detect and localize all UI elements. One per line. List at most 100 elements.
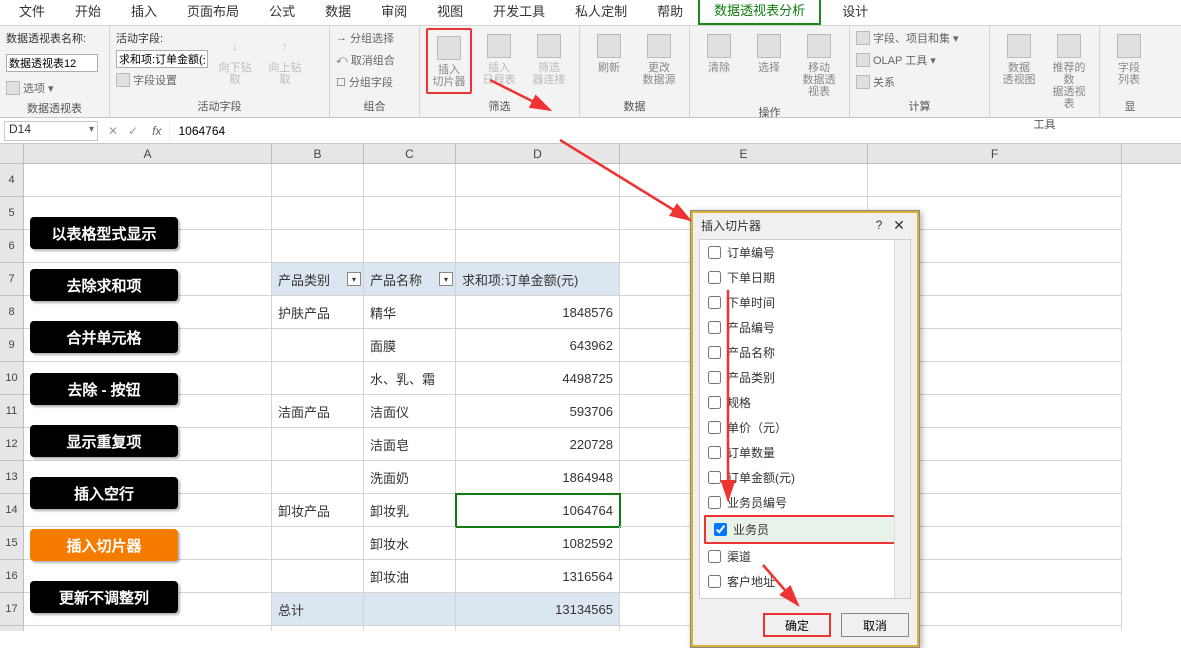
calc-fields[interactable]: 字段、项目和集 ▾: [856, 28, 959, 48]
cell[interactable]: [456, 230, 620, 263]
cell[interactable]: 卸妆水: [364, 527, 456, 560]
fx-icon[interactable]: fx: [144, 124, 169, 138]
cell[interactable]: [272, 626, 364, 631]
checkbox[interactable]: [708, 550, 721, 563]
help-icon[interactable]: ?: [869, 218, 889, 232]
filter-icon[interactable]: ▾: [347, 272, 361, 286]
slicer-field-row[interactable]: 业务员编号: [700, 490, 910, 515]
cell[interactable]: 洁面仪: [364, 395, 456, 428]
checkbox[interactable]: [708, 371, 721, 384]
col-header-b[interactable]: B: [272, 144, 364, 163]
slicer-field-row[interactable]: 单价（元）: [700, 415, 910, 440]
col-header-a[interactable]: A: [24, 144, 272, 163]
cell[interactable]: 卸妆产品: [272, 494, 364, 527]
cell[interactable]: [272, 197, 364, 230]
cell[interactable]: [272, 164, 364, 197]
cell[interactable]: 1064764: [456, 494, 620, 527]
row-header[interactable]: 10: [0, 362, 24, 395]
cancel-button[interactable]: 取消: [841, 613, 909, 637]
cell[interactable]: [364, 164, 456, 197]
row-header[interactable]: 8: [0, 296, 24, 329]
checkbox[interactable]: [708, 321, 721, 334]
cell[interactable]: 4498725: [456, 362, 620, 395]
cell[interactable]: 1864948: [456, 461, 620, 494]
checkbox[interactable]: [708, 575, 721, 588]
slicer-field-row[interactable]: 订单金额(元): [700, 465, 910, 490]
ok-button[interactable]: 确定: [763, 613, 831, 637]
relations[interactable]: 关系: [856, 72, 895, 92]
row-header[interactable]: 12: [0, 428, 24, 461]
slicer-field-row[interactable]: 产品编号: [700, 315, 910, 340]
checkbox[interactable]: [708, 271, 721, 284]
pivot-chart[interactable]: 数据 透视图: [996, 28, 1042, 90]
col-header-f[interactable]: F: [868, 144, 1122, 163]
cell[interactable]: [272, 329, 364, 362]
btn-blank-row[interactable]: 插入空行: [30, 477, 178, 509]
row-header[interactable]: 11: [0, 395, 24, 428]
slicer-field-row[interactable]: 订单编号: [700, 240, 910, 265]
tab-insert[interactable]: 插入: [116, 0, 172, 25]
btn-no-resize[interactable]: 更新不调整列: [30, 581, 178, 613]
cell[interactable]: [456, 164, 620, 197]
pivot-name-input[interactable]: [6, 54, 98, 72]
cell[interactable]: 13134565: [456, 593, 620, 626]
col-header-d[interactable]: D: [456, 144, 620, 163]
checkbox[interactable]: [708, 496, 721, 509]
slicer-field-row[interactable]: 订单数量: [700, 440, 910, 465]
row-header[interactable]: 4: [0, 164, 24, 197]
cell[interactable]: 求和项:订单金额(元): [456, 263, 620, 296]
clear[interactable]: 清除: [696, 28, 742, 78]
checkbox[interactable]: [708, 446, 721, 459]
cell[interactable]: [456, 626, 620, 631]
cell[interactable]: [272, 230, 364, 263]
btn-remove-sum[interactable]: 去除求和项: [30, 269, 178, 301]
cell[interactable]: 护肤产品: [272, 296, 364, 329]
cell[interactable]: [364, 230, 456, 263]
confirm-icon[interactable]: ✓: [128, 124, 138, 138]
field-list[interactable]: 字段 列表: [1106, 28, 1152, 90]
slicer-field-row[interactable]: 产品类别: [700, 365, 910, 390]
checkbox[interactable]: [708, 346, 721, 359]
row-header[interactable]: 7: [0, 263, 24, 296]
close-icon[interactable]: ✕: [889, 217, 909, 234]
tab-formula[interactable]: 公式: [254, 0, 310, 25]
cell[interactable]: 产品名称▾: [364, 263, 456, 296]
cell[interactable]: 洗面奶: [364, 461, 456, 494]
btn-repeat[interactable]: 显示重复项: [30, 425, 178, 457]
tab-file[interactable]: 文件: [4, 0, 60, 25]
cell[interactable]: [272, 428, 364, 461]
group-field[interactable]: ☐ 分组字段: [336, 72, 393, 92]
cell[interactable]: [620, 164, 868, 197]
tab-home[interactable]: 开始: [60, 0, 116, 25]
cell[interactable]: 593706: [456, 395, 620, 428]
row-header[interactable]: 6: [0, 230, 24, 263]
cell[interactable]: [272, 527, 364, 560]
row-header[interactable]: 13: [0, 461, 24, 494]
refresh[interactable]: 刷新: [586, 28, 632, 78]
olap-tools[interactable]: OLAP 工具 ▾: [856, 50, 936, 70]
row-header[interactable]: 15: [0, 527, 24, 560]
cell[interactable]: [272, 362, 364, 395]
tab-data[interactable]: 数据: [310, 0, 366, 25]
cell[interactable]: 1316564: [456, 560, 620, 593]
cell[interactable]: 1082592: [456, 527, 620, 560]
cell[interactable]: [364, 626, 456, 631]
row-header[interactable]: 5: [0, 197, 24, 230]
cell[interactable]: [868, 164, 1122, 197]
tab-design[interactable]: 设计: [827, 0, 883, 25]
move-pivot[interactable]: 移动 数据透视表: [796, 28, 842, 102]
checkbox[interactable]: [708, 421, 721, 434]
tab-dev[interactable]: 开发工具: [478, 0, 560, 25]
row-header[interactable]: 9: [0, 329, 24, 362]
cell[interactable]: 面膜: [364, 329, 456, 362]
btn-insert-slicer[interactable]: 插入切片器: [30, 529, 178, 561]
cell[interactable]: [24, 164, 272, 197]
cell[interactable]: 643962: [456, 329, 620, 362]
cell[interactable]: [24, 626, 272, 631]
field-settings[interactable]: 字段设置: [116, 70, 208, 90]
col-header-c[interactable]: C: [364, 144, 456, 163]
cell[interactable]: 卸妆乳: [364, 494, 456, 527]
filter-icon[interactable]: ▾: [439, 272, 453, 286]
insert-slicer[interactable]: 插入 切片器: [426, 28, 472, 94]
slicer-field-row[interactable]: 下单时间: [700, 290, 910, 315]
